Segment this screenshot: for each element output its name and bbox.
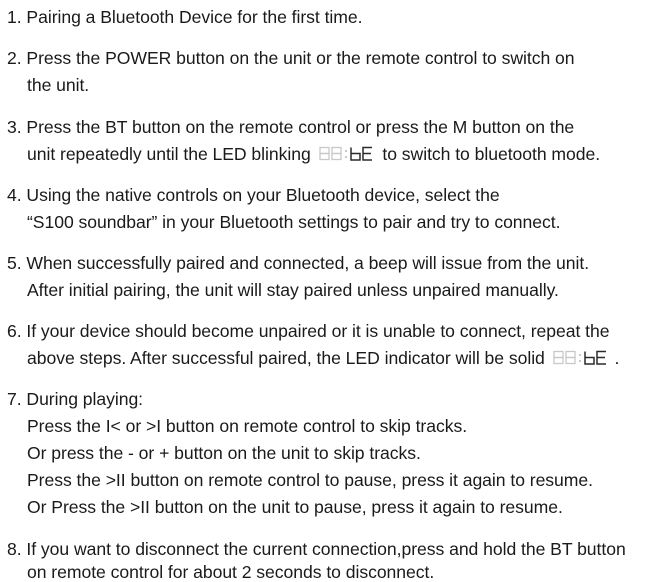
step-8-line-1: 8. If you want to disconnect the current… (7, 538, 626, 559)
step-6-text-1: 6. If your device should become unpaired… (7, 321, 610, 342)
step-2-text-1: 2. Press the POWER button on the unit or… (7, 48, 575, 69)
step-2-line-1: 2. Press the POWER button on the unit or… (7, 47, 575, 68)
step-3-text-1: 3. Press the BT button on the remote con… (7, 117, 575, 138)
step-7-text-4: Press the >II button on remote control t… (27, 470, 593, 491)
step-7-text-5: Or Press the >II button on the unit to p… (27, 497, 563, 518)
step-4-text-2: “S100 soundbar” in your Bluetooth settin… (27, 212, 561, 233)
step-2-text-2: the unit. (27, 75, 90, 96)
step-6-line-2: above steps. After successful paired, th… (27, 347, 619, 368)
step-4-text-1: 4. Using the native controls on your Blu… (7, 185, 500, 206)
step-3-text-2: unit repeatedly until the LED blinking (27, 144, 311, 165)
step-7-line-2: Press the I< or >I button on remote cont… (27, 415, 467, 436)
step-6-text-3: . (614, 348, 620, 369)
step-8-text-2: on remote control for about 2 seconds to… (27, 562, 435, 582)
step-4-line-2: “S100 soundbar” in your Bluetooth settin… (27, 211, 560, 232)
step-1-text: 1. Pairing a Bluetooth Device for the fi… (7, 7, 363, 28)
step-5-line-2: After initial pairing, the unit will sta… (27, 279, 559, 300)
step-7-line-3: Or press the - or + button on the unit t… (27, 442, 421, 463)
step-6-text-2: above steps. After successful paired, th… (27, 348, 545, 369)
manual-instructions: 1. Pairing a Bluetooth Device for the fi… (0, 0, 667, 582)
step-5-line-1: 5. When successfully paired and connecte… (7, 252, 589, 273)
step-2-line-2: the unit. (27, 74, 89, 95)
step-5-text-2: After initial pairing, the unit will sta… (27, 280, 559, 301)
step-8-line-2: on remote control for about 2 seconds to… (27, 561, 434, 582)
step-6-line-1: 6. If your device should become unpaired… (7, 320, 609, 341)
step-3-line-2: unit repeatedly until the LED blinking t… (27, 143, 600, 164)
step-8-text-1: 8. If you want to disconnect the current… (7, 539, 626, 560)
step-4-line-1: 4. Using the native controls on your Blu… (7, 184, 500, 205)
step-7-line-5: Or Press the >II button on the unit to p… (27, 496, 563, 517)
step-7-text-3: Or press the - or + button on the unit t… (27, 443, 421, 464)
step-3-text-3: to switch to bluetooth mode. (382, 144, 601, 165)
step-7-line-4: Press the >II button on remote control t… (27, 469, 593, 490)
step-3-line-1: 3. Press the BT button on the remote con… (7, 116, 574, 137)
step-7-text-2: Press the I< or >I button on remote cont… (27, 416, 468, 437)
step-5-text-1: 5. When successfully paired and connecte… (7, 253, 590, 274)
led-display-icon (318, 146, 375, 162)
led-display-icon (552, 350, 609, 366)
step-1-line-1: 1. Pairing a Bluetooth Device for the fi… (7, 6, 363, 28)
step-7-text-1: 7. During playing: (7, 389, 144, 410)
step-7-line-1: 7. During playing: (7, 388, 143, 409)
